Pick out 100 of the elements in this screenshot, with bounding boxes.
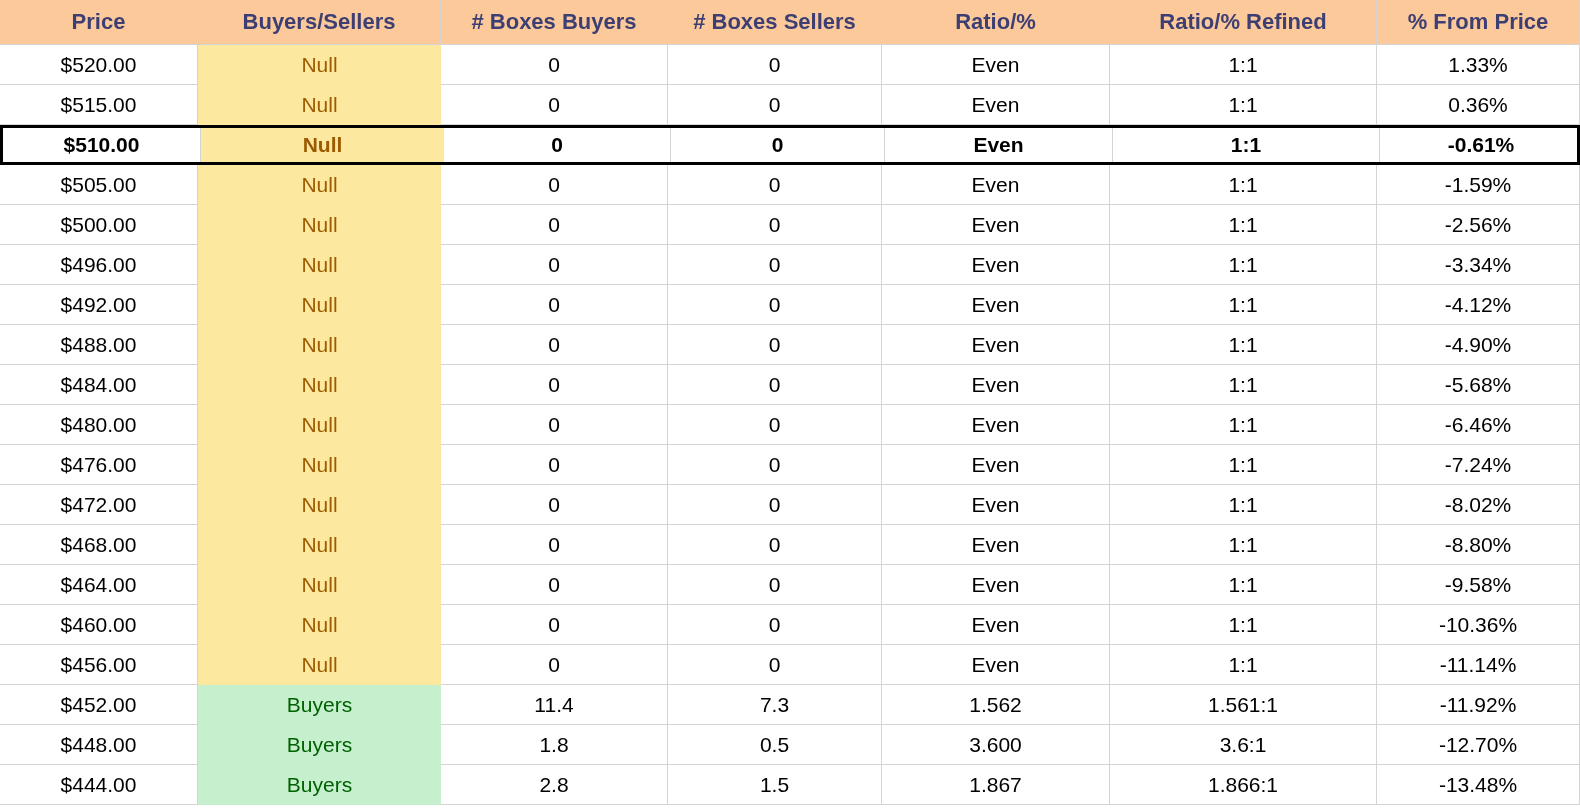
table-cell: -9.58% — [1377, 565, 1580, 605]
table-cell: -12.70% — [1377, 725, 1580, 765]
table-cell: 0 — [441, 485, 668, 525]
table-cell: 0 — [668, 245, 882, 285]
table-cell: 1:1 — [1110, 485, 1377, 525]
table-cell: 1:1 — [1110, 165, 1377, 205]
signal-cell: Null — [198, 365, 441, 405]
table-cell: Even — [882, 645, 1110, 685]
table-cell: Even — [882, 365, 1110, 405]
table-cell: 1:1 — [1110, 45, 1377, 85]
signal-cell: Null — [198, 245, 441, 285]
table-cell: 1:1 — [1113, 128, 1380, 162]
table-cell: Even — [882, 565, 1110, 605]
table-cell: 1:1 — [1110, 325, 1377, 365]
table-cell: 7.3 — [668, 685, 882, 725]
table-cell: 0 — [441, 85, 668, 125]
table-cell: Even — [882, 605, 1110, 645]
table-cell: -4.90% — [1377, 325, 1580, 365]
table-cell: 3.6:1 — [1110, 725, 1377, 765]
signal-cell: Null — [198, 525, 441, 565]
table-cell: 1:1 — [1110, 245, 1377, 285]
table-cell: 0 — [441, 605, 668, 645]
column-header: % From Price — [1377, 0, 1580, 45]
table-cell: 1.8 — [441, 725, 668, 765]
signal-cell: Buyers — [198, 765, 441, 805]
table-cell: 0 — [668, 45, 882, 85]
table-cell: 1:1 — [1110, 285, 1377, 325]
table-cell: -1.59% — [1377, 165, 1580, 205]
table-cell: 0 — [441, 645, 668, 685]
table-cell: Even — [882, 85, 1110, 125]
signal-cell: Null — [198, 565, 441, 605]
table-cell: 1:1 — [1110, 605, 1377, 645]
signal-cell: Buyers — [198, 725, 441, 765]
column-header: Ratio/% — [882, 0, 1110, 45]
table-cell: 1.33% — [1377, 45, 1580, 85]
table-cell: 0 — [668, 485, 882, 525]
table-cell: 0 — [668, 645, 882, 685]
table-cell: 0.5 — [668, 725, 882, 765]
table-cell: 0 — [668, 605, 882, 645]
table-cell: -10.36% — [1377, 605, 1580, 645]
table-cell: 0 — [668, 445, 882, 485]
signal-cell: Null — [198, 325, 441, 365]
signal-cell: Null — [198, 85, 441, 125]
table-cell: 0 — [441, 405, 668, 445]
signal-cell: Null — [198, 165, 441, 205]
table-cell: Even — [882, 165, 1110, 205]
table-cell: -7.24% — [1377, 445, 1580, 485]
table-cell: -11.14% — [1377, 645, 1580, 685]
table-cell: 1:1 — [1110, 405, 1377, 445]
signal-cell: Null — [201, 128, 444, 162]
table-cell: 3.600 — [882, 725, 1110, 765]
table-cell: 2.8 — [441, 765, 668, 805]
signal-cell: Null — [198, 645, 441, 685]
table-cell: 1:1 — [1110, 365, 1377, 405]
table-cell: Even — [882, 245, 1110, 285]
table-cell: -4.12% — [1377, 285, 1580, 325]
table-cell: Even — [882, 525, 1110, 565]
column-header: Ratio/% Refined — [1110, 0, 1377, 45]
table-cell: -13.48% — [1377, 765, 1580, 805]
table-cell: 1.866:1 — [1110, 765, 1377, 805]
table-cell: Even — [882, 405, 1110, 445]
signal-cell: Null — [198, 45, 441, 85]
table-cell: 0 — [441, 525, 668, 565]
table-cell: -3.34% — [1377, 245, 1580, 285]
table-cell: 1.562 — [882, 685, 1110, 725]
signal-cell: Null — [198, 445, 441, 485]
table-cell: 0 — [668, 205, 882, 245]
signal-cell: Null — [198, 485, 441, 525]
table-cell: 0 — [671, 128, 885, 162]
table-cell: -5.68% — [1377, 365, 1580, 405]
table-cell: 1:1 — [1110, 205, 1377, 245]
table-cell: Even — [882, 445, 1110, 485]
table-cell: -8.80% — [1377, 525, 1580, 565]
table-cell: -8.02% — [1377, 485, 1580, 525]
table-cell: 0 — [668, 525, 882, 565]
table-cell: 1:1 — [1110, 445, 1377, 485]
table-cell: 1.561:1 — [1110, 685, 1377, 725]
column-header: # Boxes Sellers — [668, 0, 882, 45]
table-cell: 0 — [441, 565, 668, 605]
table-cell: 1:1 — [1110, 645, 1377, 685]
table-cell: 0 — [668, 165, 882, 205]
table-cell: 0 — [441, 45, 668, 85]
signal-cell: Null — [198, 285, 441, 325]
table-cell: 1:1 — [1110, 525, 1377, 565]
table-cell: 0 — [441, 285, 668, 325]
table-cell: -11.92% — [1377, 685, 1580, 725]
table-cell: -6.46% — [1377, 405, 1580, 445]
signal-cell: Null — [198, 605, 441, 645]
table-cell: Even — [882, 205, 1110, 245]
table-cell: Even — [882, 285, 1110, 325]
table-cell: 0 — [441, 245, 668, 285]
table-cell: -2.56% — [1377, 205, 1580, 245]
table-cell: 1:1 — [1110, 85, 1377, 125]
signal-cell: Null — [198, 205, 441, 245]
table-cell: 0 — [441, 365, 668, 405]
table-cell: 0 — [668, 85, 882, 125]
signal-cell: Null — [198, 405, 441, 445]
table-cell: 0 — [441, 205, 668, 245]
table-cell: 1.5 — [668, 765, 882, 805]
table-cell: 0 — [668, 405, 882, 445]
